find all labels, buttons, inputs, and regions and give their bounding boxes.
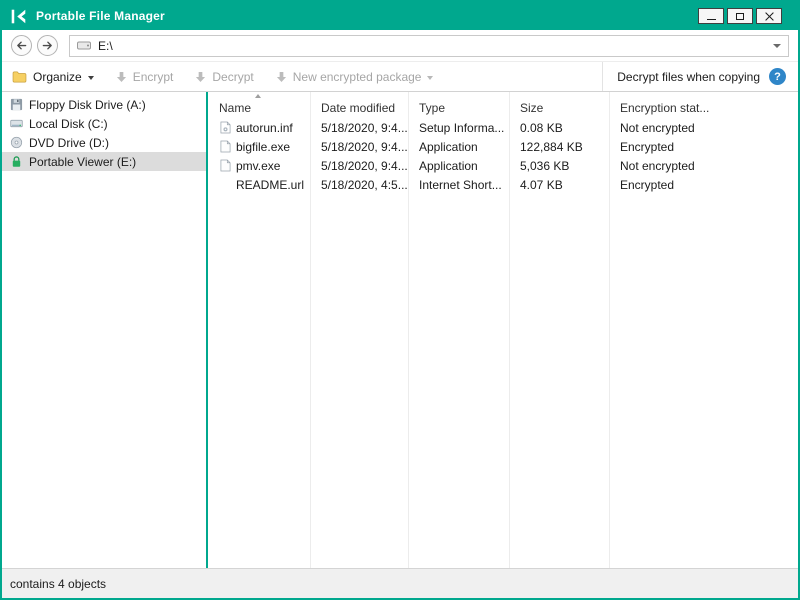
arrow-right-icon: [42, 41, 52, 50]
column-header-size[interactable]: Size: [509, 95, 609, 115]
sidebar-item-label: Floppy Disk Drive (A:): [29, 97, 146, 112]
file-date-modified: 5/18/2020, 9:4...: [321, 120, 408, 135]
portable-file-manager-window: Portable File Manager E:\ Organize Encry…: [0, 0, 800, 600]
list-header: Name Date modified Type Size Encryption …: [208, 92, 798, 118]
toolbar-left: Organize Encrypt Decrypt New encrypted p…: [2, 62, 443, 91]
organize-label: Organize: [33, 69, 82, 84]
column-header-encryption-status[interactable]: Encryption stat...: [609, 95, 798, 115]
down-arrow-icon: [195, 71, 206, 83]
navigation-bar: E:\: [2, 30, 798, 62]
file-type: Internet Short...: [419, 177, 502, 192]
column-separator: [509, 92, 510, 568]
minimize-icon: [706, 19, 716, 20]
file-encryption-status: Encrypted: [620, 139, 675, 154]
maximize-button[interactable]: [727, 8, 753, 24]
file-encryption-status: Not encrypted: [620, 158, 695, 173]
file-encryption-status: Encrypted: [620, 177, 675, 192]
maximize-icon: [736, 12, 744, 20]
file-list: Name Date modified Type Size Encryption …: [208, 92, 798, 568]
hard-disk-icon: [9, 117, 23, 130]
encrypt-button[interactable]: Encrypt: [116, 69, 174, 84]
application-file-icon: [219, 159, 231, 172]
column-separator: [408, 92, 409, 568]
minimize-button[interactable]: [698, 8, 724, 24]
file-size: 122,884 KB: [520, 139, 583, 154]
column-separator: [310, 92, 311, 568]
title-bar: Portable File Manager: [2, 2, 798, 30]
toolbar-right: Decrypt files when copying ?: [602, 62, 798, 91]
file-encryption-status: Not encrypted: [620, 120, 695, 135]
window-controls: [698, 8, 790, 24]
file-name: autorun.inf: [236, 120, 293, 135]
address-history-dropdown[interactable]: [773, 43, 781, 48]
column-header-date-modified[interactable]: Date modified: [310, 95, 408, 115]
chevron-down-icon: [427, 75, 434, 80]
file-type: Setup Informa...: [419, 120, 505, 135]
file-name: README.url: [236, 177, 305, 192]
sidebar-item-floppy-a[interactable]: Floppy Disk Drive (A:): [2, 95, 206, 114]
column-header-type[interactable]: Type: [408, 95, 509, 115]
address-bar[interactable]: E:\: [69, 34, 789, 57]
decrypt-label: Decrypt: [212, 69, 254, 84]
status-text: contains 4 objects: [10, 576, 107, 591]
file-name: bigfile.exe: [236, 139, 291, 154]
file-size: 0.08 KB: [520, 120, 563, 135]
new-encrypted-package-label: New encrypted package: [292, 69, 422, 84]
file-type: Application: [419, 139, 478, 154]
status-bar: contains 4 objects: [2, 568, 798, 598]
floppy-drive-icon: [9, 98, 23, 111]
window-title: Portable File Manager: [36, 9, 165, 23]
file-row-pmv-exe[interactable]: pmv.exe 5/18/2020, 9:4... Application 5,…: [208, 156, 798, 175]
drive-tree-sidebar: Floppy Disk Drive (A:) Local Disk (C:) D…: [2, 92, 208, 568]
main-area: Floppy Disk Drive (A:) Local Disk (C:) D…: [2, 92, 798, 568]
application-file-icon: [219, 140, 231, 153]
address-value: E:\: [98, 38, 113, 53]
close-icon: [765, 12, 774, 21]
sidebar-item-portable-viewer-e[interactable]: Portable Viewer (E:): [2, 152, 206, 171]
arrow-left-icon: [17, 41, 27, 50]
sidebar-item-local-disk-c[interactable]: Local Disk (C:): [2, 114, 206, 133]
file-type: Application: [419, 158, 478, 173]
dvd-drive-icon: [9, 136, 23, 149]
file-date-modified: 5/18/2020, 4:5...: [321, 177, 408, 192]
file-row-autorun-inf[interactable]: autorun.inf 5/18/2020, 9:4... Setup Info…: [208, 118, 798, 137]
file-date-modified: 5/18/2020, 9:4...: [321, 158, 408, 173]
chevron-down-icon: [87, 75, 94, 80]
help-button[interactable]: ?: [769, 68, 786, 85]
file-row-bigfile-exe[interactable]: bigfile.exe 5/18/2020, 9:4... Applicatio…: [208, 137, 798, 156]
file-row-readme-url[interactable]: README.url 5/18/2020, 4:5... Internet Sh…: [208, 175, 798, 194]
close-button[interactable]: [756, 8, 782, 24]
column-header-name[interactable]: Name: [208, 95, 310, 115]
sidebar-item-label: Portable Viewer (E:): [29, 154, 137, 169]
forward-button[interactable]: [37, 35, 58, 56]
setup-file-icon: [219, 121, 231, 134]
lock-icon: [9, 155, 23, 168]
down-arrow-icon: [116, 71, 127, 83]
sort-ascending-icon: [255, 94, 261, 98]
column-separator: [609, 92, 610, 568]
question-mark-icon: ?: [774, 70, 781, 83]
file-size: 5,036 KB: [520, 158, 570, 173]
organize-button[interactable]: Organize: [12, 70, 94, 84]
down-arrow-icon: [276, 71, 287, 83]
encrypt-label: Encrypt: [132, 69, 174, 84]
kaspersky-logo-icon: [10, 8, 27, 25]
drive-icon: [77, 41, 91, 50]
sidebar-item-dvd-drive-d[interactable]: DVD Drive (D:): [2, 133, 206, 152]
back-button[interactable]: [11, 35, 32, 56]
file-name: pmv.exe: [236, 158, 281, 173]
sidebar-item-label: DVD Drive (D:): [29, 135, 109, 150]
decrypt-when-copying-label: Decrypt files when copying: [617, 69, 760, 84]
file-size: 4.07 KB: [520, 177, 563, 192]
folder-icon: [12, 71, 27, 83]
toolbar: Organize Encrypt Decrypt New encrypted p…: [2, 62, 798, 92]
decrypt-button[interactable]: Decrypt: [195, 69, 254, 84]
new-encrypted-package-button[interactable]: New encrypted package: [276, 70, 434, 84]
file-date-modified: 5/18/2020, 9:4...: [321, 139, 408, 154]
sidebar-item-label: Local Disk (C:): [29, 116, 108, 131]
